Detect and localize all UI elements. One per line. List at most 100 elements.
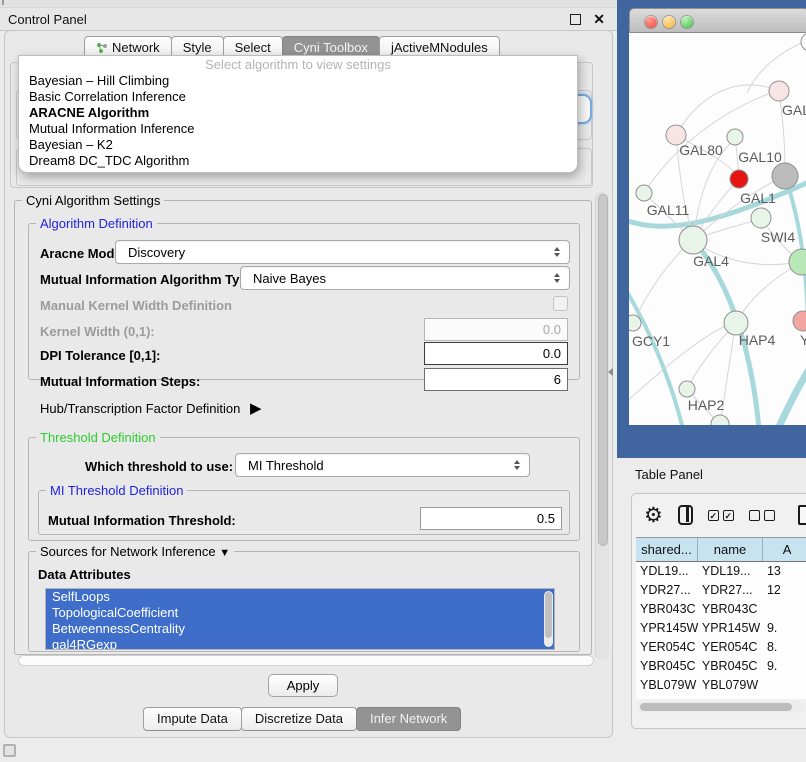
table-row[interactable]: YER054CYER054C8. (636, 638, 806, 657)
list-scrollbar[interactable] (544, 591, 553, 647)
node-label: HAP2 (688, 397, 725, 413)
network-node[interactable] (727, 129, 743, 145)
network-node[interactable] (730, 170, 748, 188)
manual-kernel-checkbox[interactable] (553, 296, 568, 311)
algorithm-placeholder: Select algorithm to view settings (19, 56, 577, 73)
menu-item[interactable]: Dream8 DC_TDC Algorithm (19, 153, 577, 169)
node-label: GAL (782, 102, 806, 118)
tab-label: Network (112, 40, 160, 55)
network-canvas[interactable]: GALGAL80GAL10GAL1GAL11SWI4GAL4GCY1HAP4YH… (629, 33, 806, 425)
mac-zoom-icon[interactable] (681, 16, 693, 28)
network-node[interactable] (801, 33, 806, 51)
resize-tick (2, 0, 4, 5)
which-threshold-combo[interactable]: MI Threshold (235, 453, 530, 477)
stepper-icon (554, 273, 560, 283)
table-row[interactable]: YDR27...YDR27...12 (636, 581, 806, 600)
menu-item[interactable]: Bayesian – Hill Climbing (19, 73, 577, 89)
menu-item[interactable]: ARACNE Algorithm (19, 105, 577, 121)
network-edge[interactable] (633, 247, 685, 323)
hub-section-toggle[interactable]: Hub/Transcription Factor Definition ▶ (40, 399, 262, 417)
mi-threshold-field[interactable]: 0.5 (420, 507, 562, 530)
data-attributes-label: Data Attributes (38, 567, 131, 582)
tab-discretize-data[interactable]: Discretize Data (241, 707, 357, 731)
apply-button[interactable]: Apply (268, 674, 338, 697)
table-row[interactable]: YBR043CYBR043C (636, 600, 806, 619)
list-item[interactable]: BetweennessCentrality (46, 621, 554, 637)
table-cell: YDL19... (636, 562, 698, 581)
expand-right-icon[interactable]: ▶ (250, 400, 262, 417)
float-window-icon[interactable] (570, 14, 581, 25)
table-header-row: shared...nameA (636, 538, 806, 562)
dpi-tolerance-field[interactable]: 0.0 (424, 342, 568, 365)
node-label: Y (800, 332, 806, 348)
network-window-titlebar[interactable] (629, 8, 806, 33)
mac-minimize-icon[interactable] (663, 16, 675, 28)
stepper-icon (554, 247, 560, 257)
network-node[interactable] (679, 226, 707, 254)
network-node[interactable] (751, 208, 771, 228)
network-edge[interactable] (777, 363, 806, 425)
document-icon[interactable] (798, 505, 806, 525)
algorithm-dropdown-popup: Select algorithm to view settings Bayesi… (18, 55, 578, 173)
scrollbar-thumb[interactable] (640, 703, 792, 711)
node-label: GAL4 (693, 253, 729, 269)
panel-divider-handle[interactable] (608, 368, 613, 376)
network-edge[interactable] (676, 85, 779, 135)
mi-algorithm-type-value: Naive Bayes (253, 271, 326, 286)
column-header[interactable]: shared... (636, 538, 698, 561)
mi-threshold-label: Mutual Information Threshold: (48, 513, 236, 528)
table-cell: YPR145W (698, 619, 763, 638)
table-row[interactable]: YDL19...YDL19...13 (636, 562, 806, 581)
deselect-all-checkboxes-icon[interactable] (749, 510, 775, 521)
node-label: GAL11 (647, 202, 690, 218)
network-node[interactable] (789, 249, 806, 275)
mac-close-icon[interactable] (645, 16, 657, 28)
list-item[interactable]: TopologicalCoefficient (46, 605, 554, 621)
collapsed-panel-icon[interactable] (3, 744, 16, 757)
data-attributes-list: SelfLoopsTopologicalCoefficientBetweenne… (45, 588, 555, 650)
collapse-down-icon[interactable]: ▼ (219, 547, 230, 559)
table-row[interactable]: YBL079WYBL079W (636, 676, 806, 695)
table-row[interactable]: YBR045CYBR045C9. (636, 657, 806, 676)
gear-icon[interactable]: ⚙ (644, 505, 663, 526)
table-row[interactable]: YLR345WYLR345W9. (636, 695, 806, 699)
table-horizontal-scrollbar[interactable] (636, 701, 806, 713)
column-header[interactable]: A (763, 538, 806, 561)
select-all-checkboxes-icon[interactable]: ✓✓ (708, 510, 734, 521)
network-node[interactable] (793, 311, 806, 331)
scrollbar-thumb[interactable] (545, 592, 552, 638)
tab-infer-network[interactable]: Infer Network (356, 707, 461, 731)
network-node[interactable] (629, 315, 641, 331)
network-node[interactable] (711, 415, 729, 425)
menu-item[interactable]: Mutual Information Inference (19, 121, 577, 137)
network-node[interactable] (769, 81, 789, 101)
tab-impute-data[interactable]: Impute Data (143, 707, 242, 731)
settings-horizontal-scrollbar[interactable] (18, 655, 594, 666)
menu-item[interactable]: Basic Correlation Inference (19, 89, 577, 105)
mi-steps-field[interactable]: 6 (424, 368, 568, 391)
close-icon[interactable]: ✕ (593, 11, 605, 27)
table-cell: YER054C (698, 638, 763, 657)
list-item[interactable]: gal4RGexp (46, 637, 554, 650)
network-window: GALGAL80GAL10GAL1GAL11SWI4GAL4GCY1HAP4YH… (629, 8, 806, 425)
mi-threshold-definition-title: MI Threshold Definition (46, 483, 187, 498)
columns-icon[interactable] (678, 505, 693, 525)
menu-item[interactable]: Bayesian – K2 (19, 137, 577, 153)
network-node[interactable] (636, 185, 652, 201)
threshold-definition-title: Threshold Definition (36, 430, 160, 445)
network-node[interactable] (772, 163, 798, 189)
scrollbar-thumb[interactable] (598, 194, 608, 546)
mi-algorithm-type-combo[interactable]: Naive Bayes (240, 266, 570, 290)
kernel-width-field[interactable]: 0.0 (424, 318, 568, 341)
column-header[interactable]: name (698, 538, 763, 561)
sources-toggle[interactable]: Sources for Network Inference ▼ (36, 544, 234, 561)
aracne-mode-combo[interactable]: Discovery (115, 240, 570, 264)
settings-vertical-scrollbar[interactable] (595, 192, 609, 660)
table-row[interactable]: YPR145WYPR145W9. (636, 619, 806, 638)
tab-label: jActiveMNodules (391, 40, 488, 55)
list-item[interactable]: SelfLoops (46, 589, 554, 605)
network-node[interactable] (679, 381, 695, 397)
tab-label: Cyni Toolbox (294, 40, 368, 55)
network-edge[interactable] (629, 285, 683, 425)
table-cell: YBL079W (636, 676, 698, 695)
